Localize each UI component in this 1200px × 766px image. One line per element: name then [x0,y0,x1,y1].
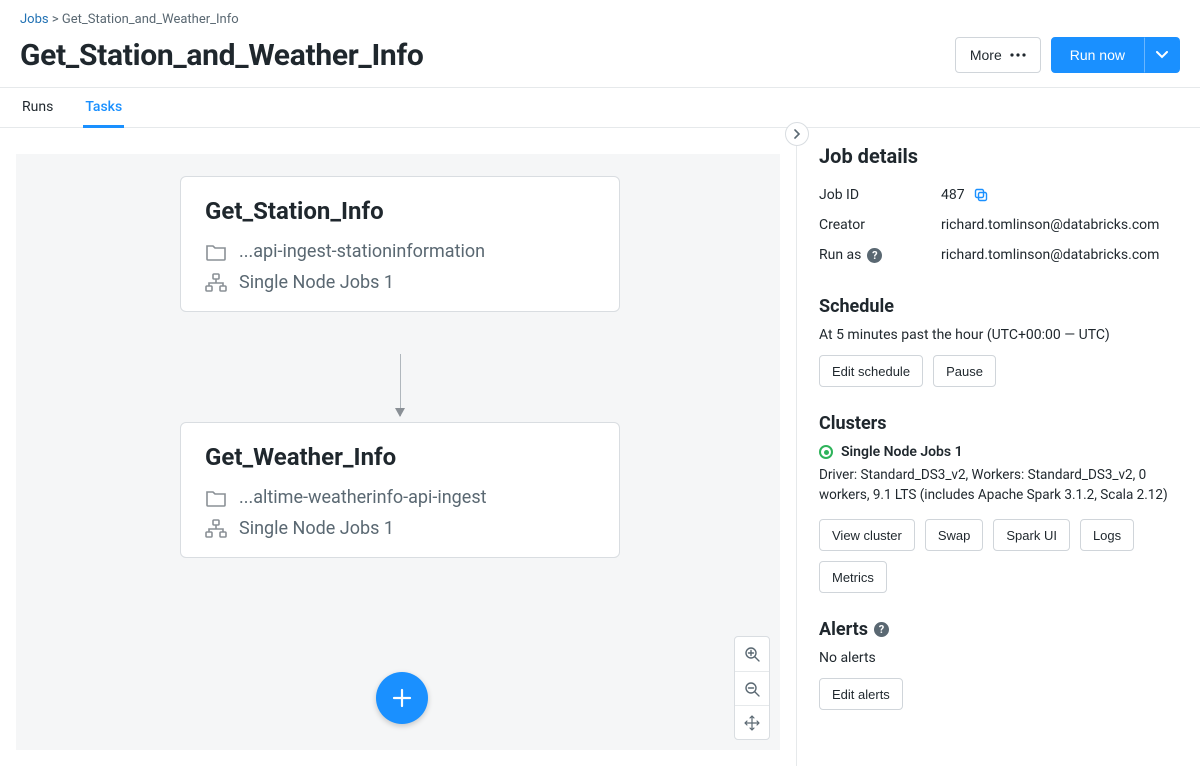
alerts-heading-label: Alerts [819,619,868,640]
task-title: Get_Station_Info [205,197,595,225]
edit-alerts-button[interactable]: Edit alerts [819,678,903,710]
alerts-heading: Alerts ? [819,619,1178,640]
zoom-in-icon [744,646,760,662]
swap-cluster-button[interactable]: Swap [925,519,984,551]
edit-schedule-button[interactable]: Edit schedule [819,355,923,387]
breadcrumb-current: Get_Station_and_Weather_Info [62,12,239,27]
kv-creator: Creator richard.tomlinson@databricks.com [819,210,1178,240]
zoom-in-button[interactable] [735,637,769,671]
breadcrumb: Jobs > Get_Station_and_Weather_Info [0,0,1200,33]
runas-label: Run as [819,247,861,263]
task-title: Get_Weather_Info [205,443,595,471]
help-icon[interactable]: ? [874,622,889,637]
job-details-heading: Job details [819,144,1178,168]
tabs-bar: Runs Tasks [0,87,1200,128]
cluster-icon [205,273,227,293]
alerts-text: No alerts [819,650,1178,666]
job-details-panel: Job details Job ID 487 Creator richard.t… [796,128,1200,766]
cluster-name: Single Node Jobs 1 [841,444,963,460]
task-cluster: Single Node Jobs 1 [239,518,394,539]
copy-job-id-button[interactable] [974,188,988,202]
folder-icon [205,488,227,508]
breadcrumb-separator: > [52,12,62,27]
chevron-right-icon [793,129,801,139]
task-path: ...altime-weatherinfo-api-ingest [239,487,487,508]
chevron-down-icon [1156,51,1168,59]
plus-icon [391,687,413,709]
task-card-get-station-info[interactable]: Get_Station_Info ...api-ingest-stationin… [180,176,620,312]
move-icon [744,715,760,731]
job-id-value: 487 [941,187,965,203]
kv-runas: Run as ? richard.tomlinson@databricks.co… [819,240,1178,270]
run-now-dropdown-button[interactable] [1144,37,1180,73]
run-now-button[interactable]: Run now [1051,37,1144,73]
schedule-text: At 5 minutes past the hour (UTC+00:00 — … [819,327,1178,343]
more-icon [1010,53,1026,57]
help-icon[interactable]: ? [867,248,882,263]
task-graph-canvas[interactable]: Get_Station_Info ...api-ingest-stationin… [16,154,780,750]
clusters-heading: Clusters [819,413,1178,434]
metrics-button[interactable]: Metrics [819,561,887,593]
task-path: ...api-ingest-stationinformation [239,241,485,262]
task-card-get-weather-info[interactable]: Get_Weather_Info ...altime-weatherinfo-a… [180,422,620,558]
fit-view-button[interactable] [735,705,769,739]
zoom-out-button[interactable] [735,671,769,705]
breadcrumb-root-link[interactable]: Jobs [20,12,49,27]
logs-button[interactable]: Logs [1080,519,1134,551]
tab-tasks[interactable]: Tasks [83,88,124,128]
pause-schedule-button[interactable]: Pause [933,355,996,387]
job-id-label: Job ID [819,187,941,203]
creator-label: Creator [819,217,941,233]
schedule-heading: Schedule [819,296,1178,317]
canvas-controls [734,636,770,740]
view-cluster-button[interactable]: View cluster [819,519,915,551]
arrow-down-icon [395,408,405,417]
kv-job-id: Job ID 487 [819,180,1178,210]
spark-ui-button[interactable]: Spark UI [993,519,1070,551]
cluster-icon [205,519,227,539]
page-title: Get_Station_and_Weather_Info [20,38,424,73]
tab-runs[interactable]: Runs [20,88,55,128]
creator-value: richard.tomlinson@databricks.com [941,217,1159,233]
more-button[interactable]: More [955,37,1041,73]
add-task-button[interactable] [376,672,428,724]
run-now-label: Run now [1070,47,1125,63]
cluster-description: Driver: Standard_DS3_v2, Workers: Standa… [819,466,1178,505]
cluster-status-icon [819,445,833,459]
task-connector [400,354,401,416]
task-cluster: Single Node Jobs 1 [239,272,394,293]
runas-value: richard.tomlinson@databricks.com [941,247,1159,263]
folder-icon [205,242,227,262]
collapse-side-panel-button[interactable] [785,122,809,146]
more-button-label: More [970,47,1002,63]
zoom-out-icon [744,681,760,697]
